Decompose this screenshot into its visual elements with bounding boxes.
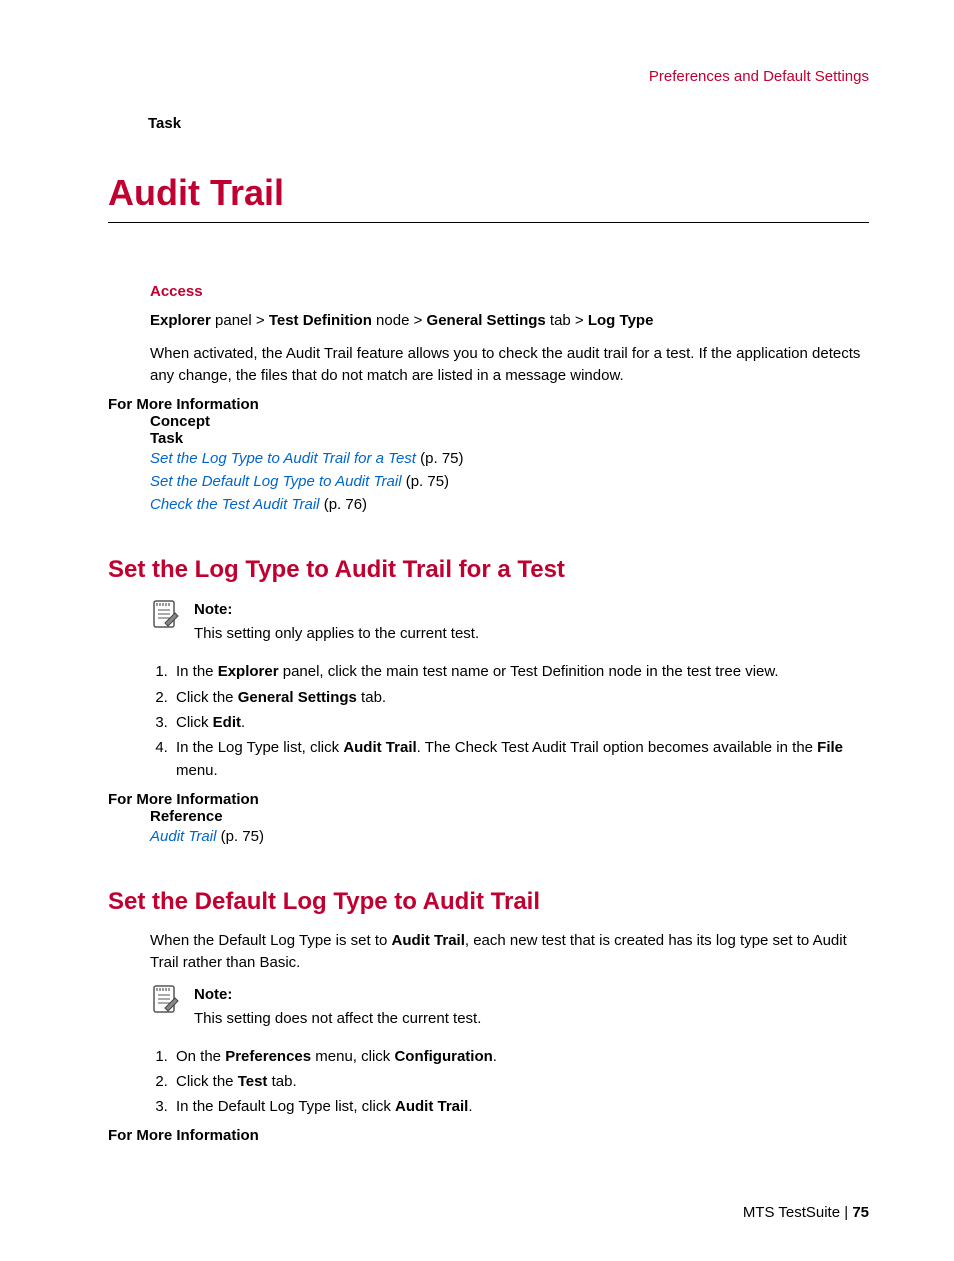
step-text: . The Check Test Audit Trail option beco… [417, 739, 818, 756]
step-text: tab. [267, 1073, 296, 1090]
path-general-settings: General Settings [427, 312, 546, 329]
intro-text: When the Default Log Type is set to [150, 932, 392, 949]
path-sep: tab > [546, 312, 588, 329]
step-text: In the Default Log Type list, click [176, 1098, 395, 1115]
path-explorer: Explorer [150, 312, 211, 329]
page-title: Audit Trail [108, 172, 869, 223]
step-text: tab. [357, 689, 386, 706]
access-description: When activated, the Audit Trail feature … [150, 343, 869, 388]
concept-label: Concept [150, 413, 869, 430]
note-icon [150, 598, 182, 634]
step-text: panel, click the main test name or Test … [279, 663, 779, 680]
page-ref: (p. 75) [221, 828, 264, 845]
step-bold: File [817, 739, 843, 756]
step-text: . [493, 1048, 497, 1065]
link-audit-trail[interactable]: Audit Trail [150, 828, 216, 845]
path-log-type: Log Type [588, 312, 654, 329]
access-path: Explorer panel > Test Definition node > … [150, 310, 869, 333]
footer-page-number: 75 [852, 1204, 869, 1221]
note-block: Note: This setting only applies to the c… [150, 598, 869, 646]
task-label: Task [148, 115, 869, 132]
page-ref: (p. 75) [420, 450, 463, 467]
step-bold: Preferences [225, 1048, 311, 1065]
note-text: This setting does not affect the current… [194, 1007, 481, 1031]
section2-intro: When the Default Log Type is set to Audi… [150, 930, 869, 975]
step-item: Click the Test tab. [172, 1070, 869, 1093]
step-text: . [468, 1098, 472, 1115]
note-text: This setting only applies to the current… [194, 622, 479, 646]
section-heading-set-log-type: Set the Log Type to Audit Trail for a Te… [108, 556, 869, 584]
step-text: Click the [176, 689, 238, 706]
link-set-default-log-type[interactable]: Set the Default Log Type to Audit Trail [150, 473, 402, 490]
section-heading-set-default-log-type: Set the Default Log Type to Audit Trail [108, 888, 869, 916]
steps-list: In the Explorer panel, click the main te… [150, 660, 869, 782]
for-more-info-heading: For More Information [108, 1127, 869, 1144]
step-text: menu, click [311, 1048, 394, 1065]
page-ref: (p. 75) [406, 473, 449, 490]
intro-bold: Audit Trail [392, 932, 465, 949]
step-bold: Audit Trail [395, 1098, 468, 1115]
step-text: menu. [176, 762, 218, 779]
path-test-definition: Test Definition [269, 312, 372, 329]
step-bold: Audit Trail [343, 739, 416, 756]
step-bold: Test [238, 1073, 268, 1090]
task-sub-label: Task [150, 430, 869, 447]
link-check-audit-trail[interactable]: Check the Test Audit Trail [150, 496, 320, 513]
for-more-info-heading: For More Information [108, 396, 869, 413]
step-bold: Edit [213, 714, 241, 731]
step-item: In the Log Type list, click Audit Trail.… [172, 736, 869, 783]
header-breadcrumb: Preferences and Default Settings [108, 68, 869, 85]
path-sep: panel > [211, 312, 269, 329]
footer-product: MTS TestSuite | [743, 1204, 853, 1221]
page-footer: MTS TestSuite | 75 [108, 1204, 869, 1221]
note-label: Note: [194, 983, 481, 1007]
step-item: On the Preferences menu, click Configura… [172, 1045, 869, 1068]
step-item: Click the General Settings tab. [172, 686, 869, 709]
page-ref: (p. 76) [324, 496, 367, 513]
step-text: On the [176, 1048, 225, 1065]
step-item: In the Default Log Type list, click Audi… [172, 1095, 869, 1118]
step-bold: General Settings [238, 689, 357, 706]
step-item: In the Explorer panel, click the main te… [172, 660, 869, 683]
note-label: Note: [194, 598, 479, 622]
note-block: Note: This setting does not affect the c… [150, 983, 869, 1031]
step-text: In the [176, 663, 218, 680]
step-text: . [241, 714, 245, 731]
path-sep: node > [372, 312, 427, 329]
step-text: Click the [176, 1073, 238, 1090]
reference-label: Reference [150, 808, 869, 825]
step-bold: Explorer [218, 663, 279, 680]
note-icon [150, 983, 182, 1019]
step-item: Click Edit. [172, 711, 869, 734]
access-label: Access [150, 283, 869, 300]
steps-list: On the Preferences menu, click Configura… [150, 1045, 869, 1119]
step-text: Click [176, 714, 213, 731]
link-set-log-type-test[interactable]: Set the Log Type to Audit Trail for a Te… [150, 450, 416, 467]
step-bold: Configuration [394, 1048, 492, 1065]
for-more-info-heading: For More Information [108, 791, 869, 808]
step-text: In the Log Type list, click [176, 739, 343, 756]
